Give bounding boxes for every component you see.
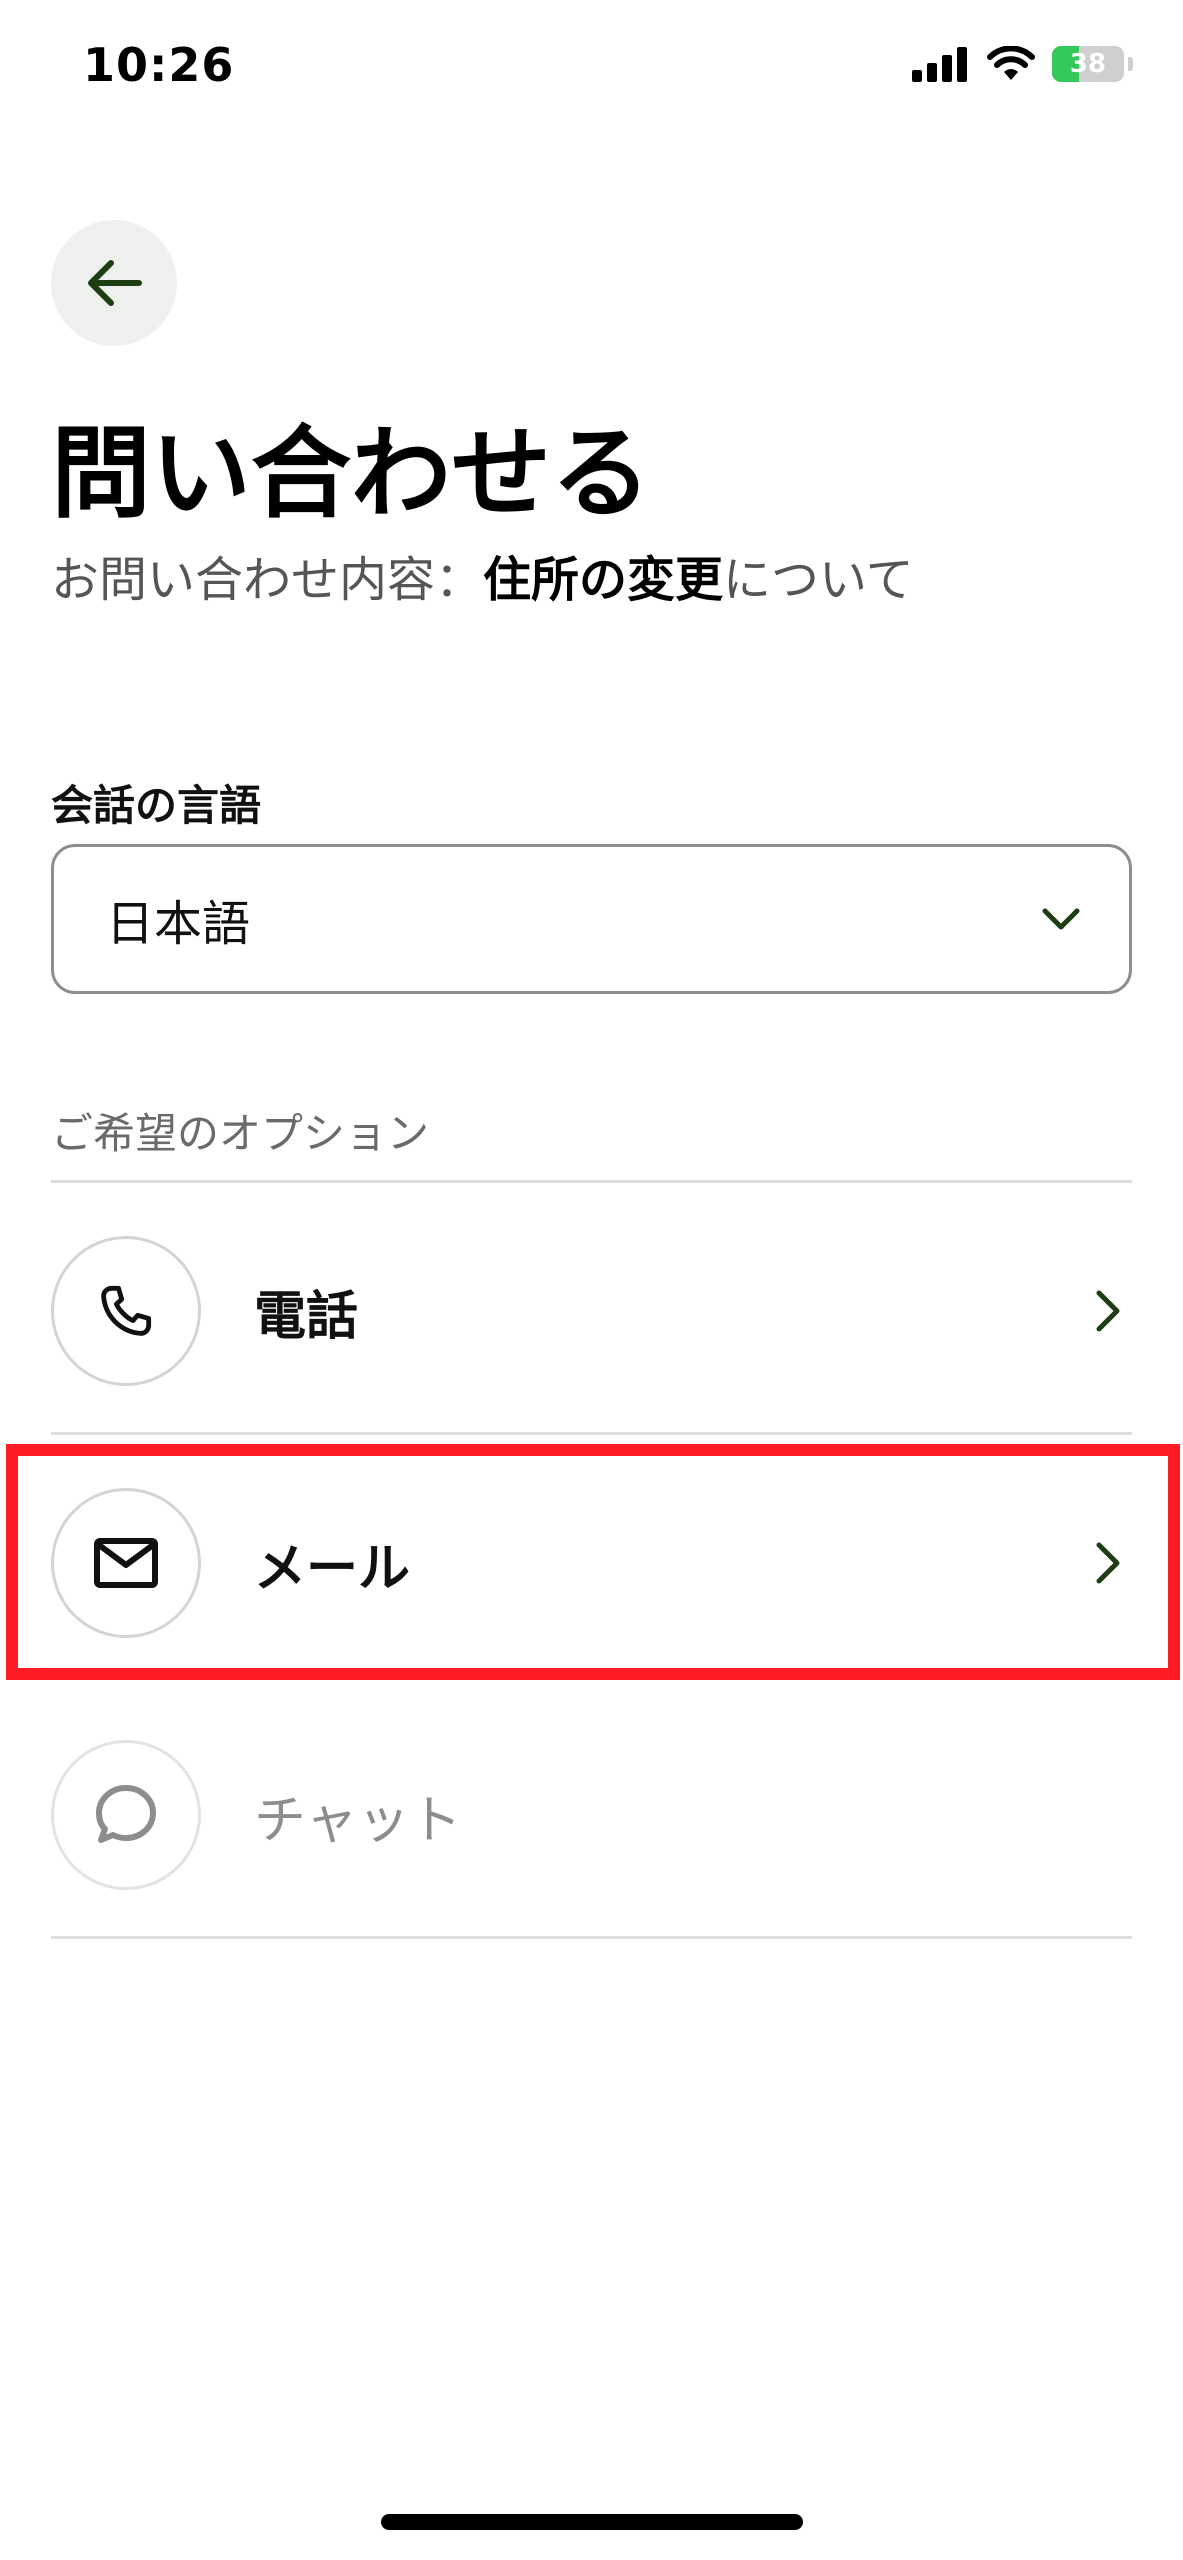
battery-icon: 38 — [1052, 46, 1124, 82]
chat-bubble-icon — [96, 1785, 156, 1843]
wifi-icon — [987, 46, 1035, 80]
chevron-down-icon — [1042, 908, 1080, 930]
subtitle-topic: 住所の変更 — [483, 552, 724, 608]
divider — [51, 1936, 1132, 1939]
divider — [51, 1432, 1132, 1435]
battery-tip — [1128, 57, 1133, 71]
signal-icon — [912, 47, 967, 82]
chat-icon-circle — [51, 1740, 201, 1890]
subtitle-suffix: について — [723, 552, 914, 608]
subtitle-prefix: お問い合わせ内容： — [51, 552, 484, 608]
status-icons: 38 — [912, 46, 1133, 82]
phone-icon — [101, 1285, 152, 1336]
page-title: 問い合わせる — [51, 415, 651, 532]
phone-icon-circle — [51, 1236, 201, 1386]
divider — [51, 1180, 1132, 1183]
highlight-box — [6, 1444, 1180, 1680]
option-phone[interactable]: 電話 — [0, 1186, 1183, 1436]
language-selected-value: 日本語 — [106, 896, 251, 952]
language-label: 会話の言語 — [51, 781, 262, 830]
battery-percent: 38 — [1069, 49, 1107, 79]
home-indicator — [381, 2514, 803, 2530]
status-time: 10:26 — [83, 38, 235, 92]
chevron-right-icon — [1096, 1290, 1120, 1332]
contact-screen: 10:26 38 問い合わせる お問い合わせ内容：住所の変更について 会話の言語 — [0, 0, 1183, 2560]
option-label: 電話 — [254, 1286, 359, 1347]
options-label: ご希望のオプション — [51, 1109, 430, 1158]
option-chat: チャット — [0, 1690, 1183, 1940]
inquiry-subtitle: お問い合わせ内容：住所の変更について — [51, 540, 914, 610]
option-label: チャット — [254, 1790, 462, 1851]
back-button[interactable] — [51, 220, 177, 346]
arrow-left-icon — [88, 260, 142, 306]
language-select[interactable]: 日本語 — [51, 844, 1132, 994]
